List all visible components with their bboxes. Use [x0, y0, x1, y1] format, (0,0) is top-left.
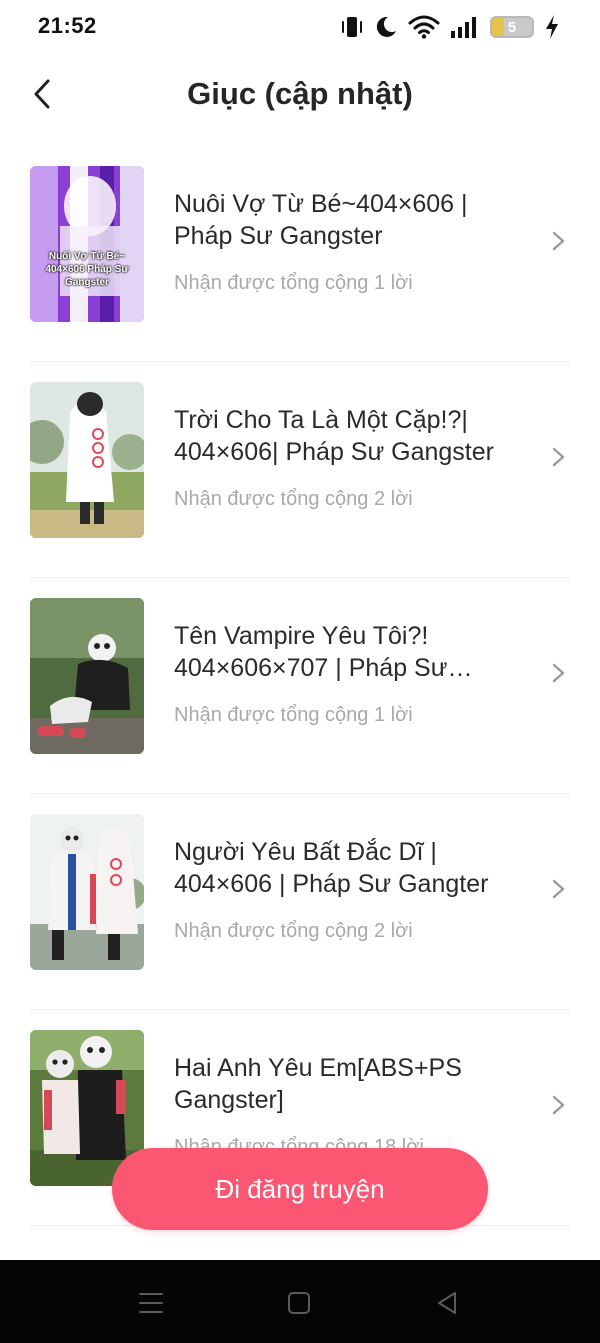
story-title: Tên Vampire Yêu Tôi?! 404×606×707 | Pháp…	[174, 622, 448, 682]
page-title: Giục (cập nhật)	[187, 76, 413, 111]
chevron-right-icon	[552, 1095, 565, 1115]
header: Giục (cập nhật)	[0, 54, 600, 138]
back-triangle-icon	[438, 1292, 456, 1314]
list-item[interactable]: Người Yêu Bất Đắc Dĩ | 404×606 | Pháp Sư…	[30, 794, 570, 1010]
thumbnail-caption: Nuôi Vợ Từ Bé~ 404×606 Pháp Sư Gangster	[45, 251, 129, 288]
post-story-button[interactable]: Đi đăng truyện	[112, 1148, 488, 1230]
chevron-right-icon	[552, 231, 565, 251]
vibrate-icon	[340, 14, 364, 40]
menu-icon	[139, 1293, 163, 1313]
wifi-icon	[408, 15, 440, 39]
story-request-count: Nhận được tổng cộng 2 lời	[174, 488, 413, 510]
story-thumbnail: Nuôi Vợ Từ Bé~ 404×606 Pháp Sư Gangster	[30, 166, 144, 322]
chevron-right-icon	[552, 447, 565, 467]
chevron-right-icon	[552, 879, 565, 899]
battery-level: 5	[507, 18, 517, 36]
signal-icon	[450, 15, 480, 39]
story-request-count: Nhận được tổng cộng 2 lời	[174, 920, 413, 942]
story-list: Nuôi Vợ Từ Bé~ 404×606 Pháp Sư Gangster …	[30, 146, 570, 1226]
story-title: Trời Cho Ta Là Một Cặp!?| 404×606| Pháp …	[174, 406, 494, 466]
charging-icon	[544, 14, 560, 40]
moon-icon	[374, 15, 398, 39]
story-thumbnail	[30, 382, 144, 538]
story-title: Nuôi Vợ Từ Bé~404×606 | Pháp Sư Gangster	[174, 190, 468, 250]
back-nav-button[interactable]	[432, 1288, 462, 1318]
home-square-icon	[288, 1292, 310, 1314]
chevron-right-icon	[552, 663, 565, 683]
list-item[interactable]: Nuôi Vợ Từ Bé~ 404×606 Pháp Sư Gangster …	[30, 146, 570, 362]
home-nav-button[interactable]	[284, 1288, 314, 1318]
story-title: Người Yêu Bất Đắc Dĩ | 404×606 | Pháp Sư…	[174, 838, 489, 898]
story-thumbnail	[30, 814, 144, 970]
system-nav-bar	[0, 1260, 600, 1343]
list-item[interactable]: Trời Cho Ta Là Một Cặp!?| 404×606| Pháp …	[30, 362, 570, 578]
story-request-count: Nhận được tổng cộng 1 lời	[174, 704, 413, 726]
status-time: 21:52	[38, 13, 97, 38]
story-title: Hai Anh Yêu Em[ABS+PS Gangster]	[174, 1054, 462, 1114]
status-bar: 21:52 5	[0, 0, 600, 54]
battery-icon: 5	[490, 16, 534, 38]
story-request-count: Nhận được tổng cộng 1 lời	[174, 272, 413, 294]
story-thumbnail	[30, 598, 144, 754]
status-icons: 5	[340, 12, 560, 42]
list-item[interactable]: Tên Vampire Yêu Tôi?! 404×606×707 | Pháp…	[30, 578, 570, 794]
menu-nav-button[interactable]	[136, 1288, 166, 1318]
